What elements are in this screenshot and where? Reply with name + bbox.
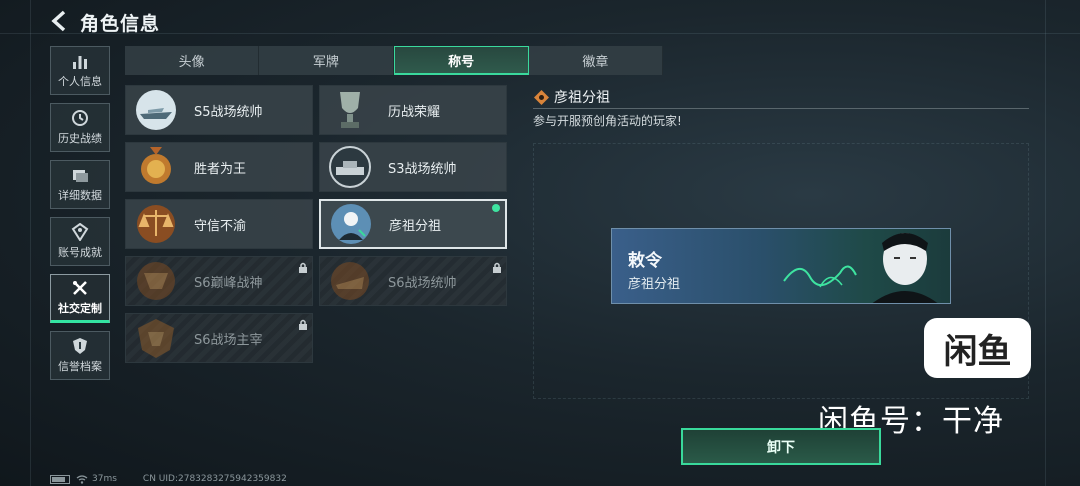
- sidebar-item-social[interactable]: 社交定制: [50, 274, 110, 323]
- title-card-selected[interactable]: 彦祖分祖: [319, 199, 507, 249]
- title-card[interactable]: S5战场统帅: [125, 85, 313, 135]
- title-card[interactable]: 历战荣耀: [319, 85, 507, 135]
- sidebar-item-profile[interactable]: 个人信息: [50, 46, 110, 95]
- vehicle-emblem-icon: [331, 262, 369, 300]
- equipped-indicator: [492, 204, 500, 212]
- lock-icon: [493, 262, 501, 273]
- detail-title: 彦祖分祖: [554, 90, 610, 106]
- back-button[interactable]: [48, 8, 74, 34]
- tab-bar: 头像 军牌 称号 徽章: [125, 46, 663, 75]
- ping-readout: 37ms: [92, 474, 117, 484]
- sidebar-item-label: 详细数据: [58, 189, 102, 202]
- sidebar-item-achievements[interactable]: 账号成就: [50, 217, 110, 266]
- bar-chart-icon: [73, 56, 87, 69]
- detail-description: 参与开服预创角活动的玩家!: [533, 114, 682, 128]
- portrait-emblem-icon: [331, 204, 371, 244]
- watermark-logo: 闲鱼: [924, 318, 1031, 378]
- sidebar-item-credit[interactable]: 信誉档案: [50, 331, 110, 380]
- title-card-locked[interactable]: S6战场主宰: [125, 313, 313, 363]
- scales-emblem-icon: [137, 205, 175, 243]
- tank-emblem-icon: [329, 146, 371, 188]
- frame-line-right: [1045, 0, 1046, 486]
- title-name: S6巅峰战神: [194, 275, 263, 291]
- frame-line-top: [0, 33, 1080, 34]
- folder-icon: [73, 170, 88, 182]
- title-card[interactable]: 胜者为王: [125, 142, 313, 192]
- wings-emblem-icon: [137, 262, 175, 300]
- title-card[interactable]: S3战场统帅: [319, 142, 507, 192]
- sidebar-item-label: 历史战绩: [58, 132, 102, 145]
- sidebar-item-history[interactable]: 历史战绩: [50, 103, 110, 152]
- credit-shield-icon: [73, 338, 87, 354]
- title-card-locked[interactable]: S6战场统帅: [319, 256, 507, 306]
- title-card-locked[interactable]: S6巅峰战神: [125, 256, 313, 306]
- title-name: S6战场统帅: [388, 275, 457, 291]
- sidebar-item-label: 社交定制: [58, 302, 102, 315]
- portrait-signature-art: [783, 233, 938, 303]
- title-diamond-icon: [534, 89, 549, 105]
- tab-badge[interactable]: 徽章: [528, 46, 663, 75]
- detail-header: 彦祖分祖: [533, 87, 610, 107]
- sidebar: 个人信息 历史战绩 详细数据 账号成就 社交定制 信誉档案: [50, 46, 112, 388]
- tab-title[interactable]: 称号: [393, 46, 529, 75]
- tab-avatar[interactable]: 头像: [125, 46, 260, 75]
- title-name: 守信不渝: [194, 218, 247, 234]
- banner-name: 彦祖分祖: [628, 277, 681, 292]
- medal-emblem-icon: [141, 147, 171, 184]
- achievement-icon: [71, 223, 89, 241]
- shield-emblem-icon: [138, 319, 174, 358]
- title-name: 历战荣耀: [388, 104, 441, 120]
- lock-icon: [299, 262, 307, 273]
- unequip-button[interactable]: 卸下: [681, 428, 881, 465]
- title-banner-preview: 敕令 彦祖分祖: [611, 228, 951, 304]
- title-grid: S5战场统帅 历战荣耀 胜者为王 S3战场统帅 守信不渝 彦祖分祖 S6巅峰战神…: [125, 85, 511, 363]
- title-name: S6战场主宰: [194, 332, 263, 348]
- lock-icon: [299, 319, 307, 330]
- uid-text: CN UID:2783283275942359832: [142, 474, 287, 484]
- history-icon: [72, 110, 88, 126]
- status-footer: 37ms CN UID:2783283275942359832: [50, 474, 287, 484]
- detail-divider: [533, 108, 1029, 109]
- title-name: S5战场统帅: [194, 104, 263, 120]
- title-card[interactable]: 守信不渝: [125, 199, 313, 249]
- title-name: 胜者为王: [194, 161, 247, 177]
- title-name: S3战场统帅: [388, 161, 457, 177]
- back-arrow-icon: [51, 10, 66, 32]
- battery-icon: [50, 474, 70, 484]
- page-title: 角色信息: [80, 13, 161, 35]
- trophy-emblem-icon: [340, 92, 360, 128]
- wifi-icon: [76, 474, 88, 484]
- boat-emblem-icon: [136, 90, 176, 130]
- sidebar-item-label: 信誉档案: [58, 360, 102, 373]
- tab-dogtag[interactable]: 军牌: [259, 46, 394, 75]
- frame-line-left: [30, 0, 31, 486]
- sidebar-item-details[interactable]: 详细数据: [50, 160, 110, 209]
- tools-icon: [73, 281, 87, 295]
- banner-top-label: 敕令: [628, 251, 662, 271]
- sidebar-item-label: 账号成就: [58, 246, 102, 259]
- sidebar-item-label: 个人信息: [58, 75, 102, 88]
- title-name: 彦祖分祖: [389, 218, 442, 234]
